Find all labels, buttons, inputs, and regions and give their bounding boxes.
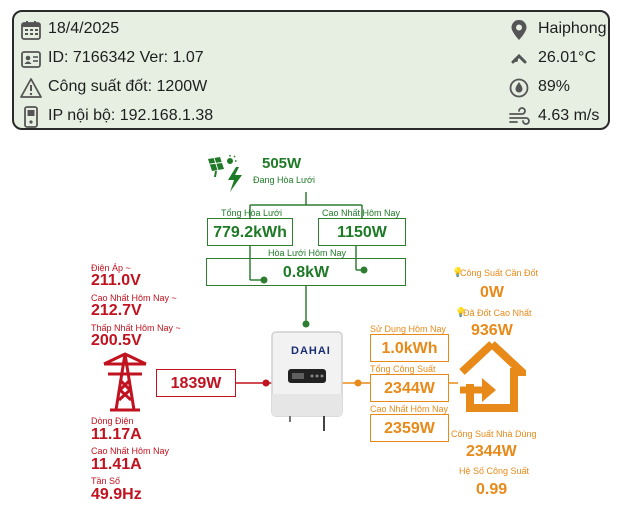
load-total-box: 2344W (370, 374, 449, 402)
burn-max-value: 936W (471, 322, 513, 339)
power-factor-value: 0.99 (476, 481, 508, 498)
load-usage-box: 1.0kWh (370, 334, 449, 362)
grid-tie-total-value: 779.2kWh (213, 224, 287, 241)
load-max-value: 2359W (384, 420, 435, 437)
load-total-label: Tổng Công Suất (370, 364, 436, 374)
burn-need-value: 0W (480, 284, 504, 301)
grid-current-max-label: Cao Nhất Hôm Nay (91, 446, 170, 456)
load-usage-label: Sử Dụng Hôm Nay (370, 324, 447, 334)
power-factor-label: Hệ Số Công Suất (459, 466, 530, 476)
grid-tie-total-box: 779.2kWh (207, 218, 293, 246)
grid-tie-max-value: 1150W (337, 224, 387, 241)
grid-frequency-value: 49.9Hz (91, 486, 142, 503)
grid-tie-max-label: Cao Nhất Hôm Nay (322, 208, 401, 218)
grid-tie-today-box: 0.8kW (206, 258, 406, 286)
grid-tie-total-label: Tổng Hòa Lưới (221, 208, 282, 218)
load-max-label: Cao Nhất Hôm Nay (370, 404, 449, 414)
transmission-tower-icon (103, 352, 147, 412)
load-usage-value: 1.0kWh (381, 340, 438, 357)
solar-power-value: 505W (262, 155, 302, 172)
grid-voltage-min-value: 200.5V (91, 332, 142, 349)
home-icon (459, 341, 526, 412)
inverter-green-node (302, 320, 310, 328)
grid-current-value: 11.17A (91, 426, 142, 443)
burn-need-label: Công Suất Cần Đốt (460, 268, 539, 278)
grid-current-max-value: 11.41A (91, 456, 142, 473)
solar-status-text: Đang Hòa Lưới (253, 175, 315, 185)
solar-panel-icon (208, 155, 242, 192)
inverter-red-node (262, 379, 270, 387)
inverter-orange-node (354, 379, 362, 387)
inverter-brand: DAHAI (291, 345, 331, 357)
grid-tie-today-label: Hòa Lưới Hôm Nay (268, 248, 346, 258)
home-usage-value: 2344W (466, 443, 517, 460)
grid-power-value: 1839W (170, 375, 222, 392)
load-max-box: 2359W (370, 414, 449, 442)
grid-voltage-max-value: 212.7V (91, 302, 142, 319)
home-usage-label: Công Suất Nhà Dùng (451, 429, 537, 439)
grid-power-box: 1839W (156, 369, 236, 397)
burn-max-label: Đã Đốt Cao Nhất (463, 308, 532, 318)
grid-tie-max-box: 1150W (318, 218, 406, 246)
load-total-value: 2344W (384, 380, 435, 397)
grid-frequency-label: Tần Số (91, 476, 121, 486)
grid-tie-today-value: 0.8kW (282, 264, 330, 281)
grid-current-label: Dòng Điện (91, 416, 134, 426)
grid-voltage-value: 211.0V (91, 272, 141, 289)
